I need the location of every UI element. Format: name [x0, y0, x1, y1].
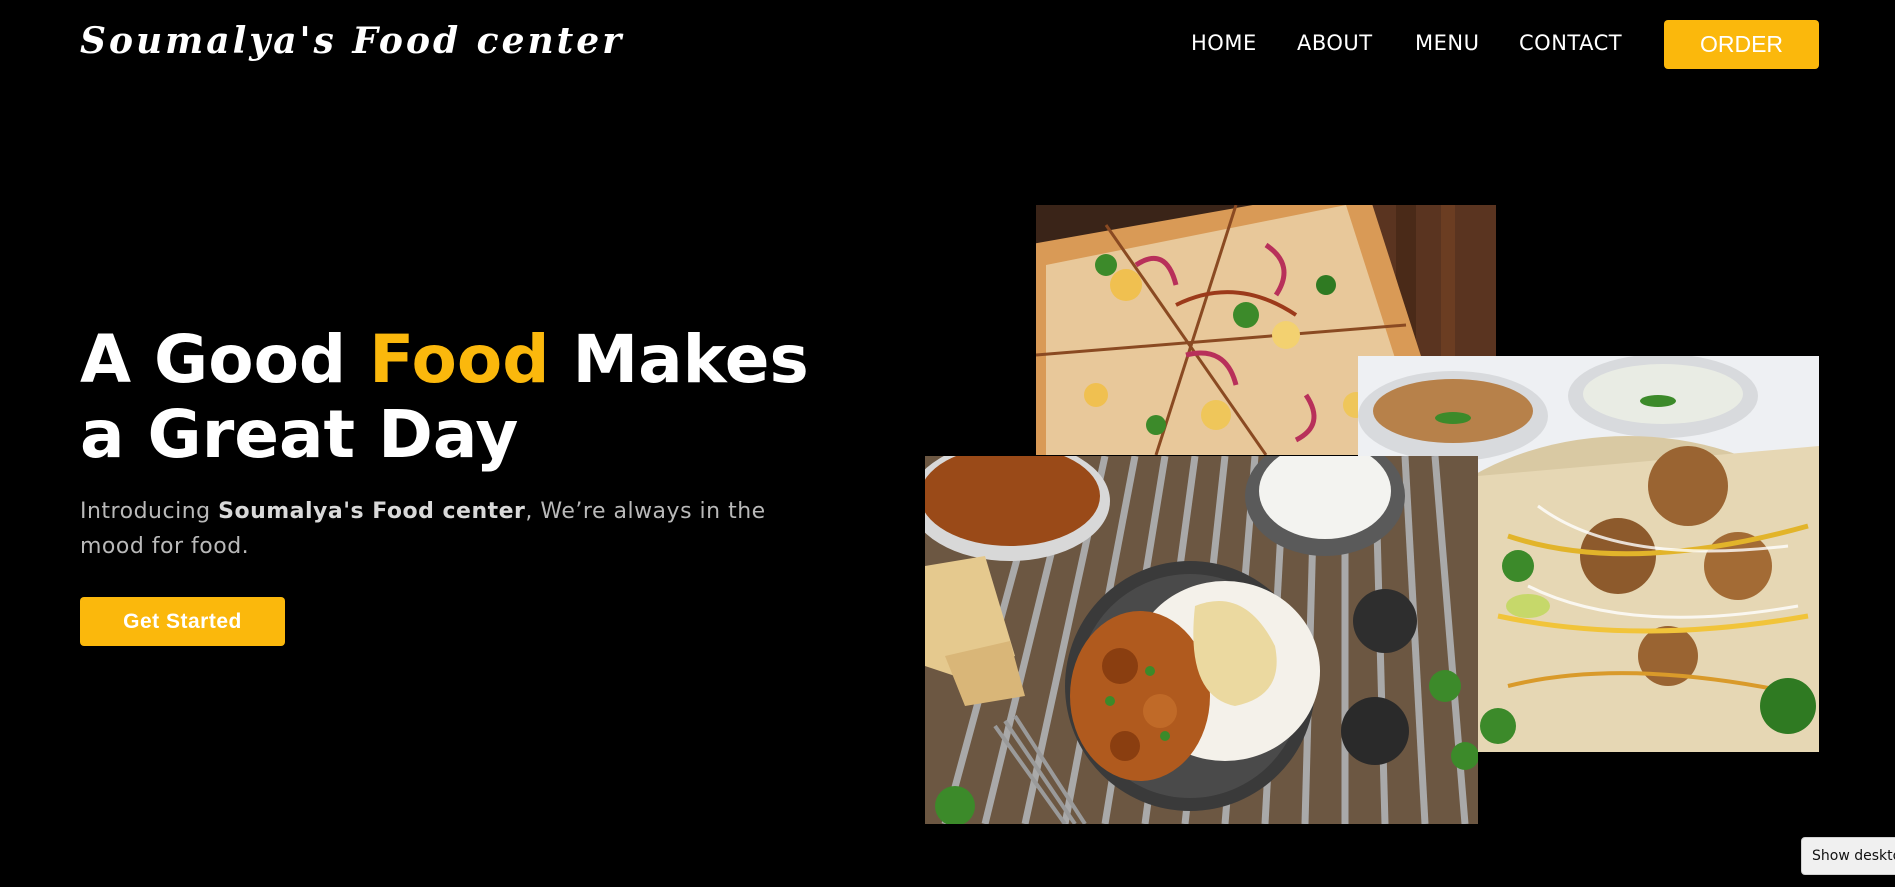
get-started-button[interactable]: Get Started: [80, 597, 285, 646]
nav-menu-link[interactable]: MENU: [1415, 31, 1479, 55]
order-button[interactable]: ORDER: [1664, 20, 1819, 69]
headline-part-1: A Good: [80, 321, 370, 398]
brand-logo[interactable]: Soumalya's Food center: [80, 20, 624, 62]
nav-about-link[interactable]: ABOUT: [1297, 31, 1373, 55]
intro-prefix: Introducing: [80, 499, 219, 524]
intro-brand: Soumalya's Food center: [218, 499, 526, 524]
hero-headline: A Good Food Makes a Great Day: [80, 322, 809, 472]
curry-image: [925, 456, 1478, 824]
show-desktop-tooltip: Show desktop: [1801, 837, 1895, 875]
headline-part-2: Makes: [549, 321, 809, 398]
nav-home-link[interactable]: HOME: [1191, 31, 1257, 55]
hero-intro: Introducing Soumalya's Food center, We’r…: [80, 494, 800, 564]
headline-accent: Food: [369, 321, 550, 398]
nav-contact-link[interactable]: CONTACT: [1519, 31, 1622, 55]
headline-line-2: a Great Day: [80, 396, 519, 473]
